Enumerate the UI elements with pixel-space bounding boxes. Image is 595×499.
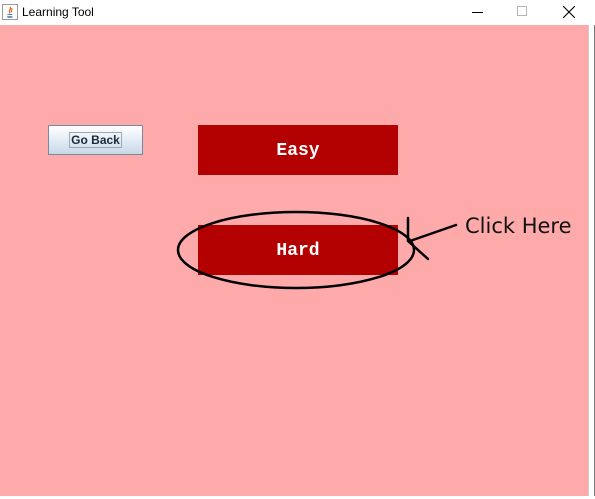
- minimize-button[interactable]: [455, 0, 501, 25]
- window-right-edge: [588, 25, 589, 496]
- go-back-button[interactable]: Go Back: [48, 125, 143, 155]
- easy-button[interactable]: Easy: [198, 125, 398, 175]
- java-app-icon: [2, 4, 18, 20]
- hard-button[interactable]: Hard: [198, 225, 398, 275]
- close-icon: [563, 6, 575, 18]
- title-bar[interactable]: Learning Tool: [0, 0, 595, 25]
- maximize-icon: [517, 6, 527, 16]
- close-button[interactable]: [546, 0, 592, 25]
- content-panel: Go Back Easy Hard Click Here: [0, 25, 588, 496]
- window-title: Learning Tool: [22, 5, 94, 19]
- maximize-button[interactable]: [500, 0, 546, 25]
- click-here-annotation: Click Here: [465, 214, 572, 238]
- minimize-icon: [472, 12, 483, 13]
- application-window: Learning Tool Go Back Easy Hard Click He…: [0, 0, 595, 499]
- go-back-label: Go Back: [69, 132, 122, 148]
